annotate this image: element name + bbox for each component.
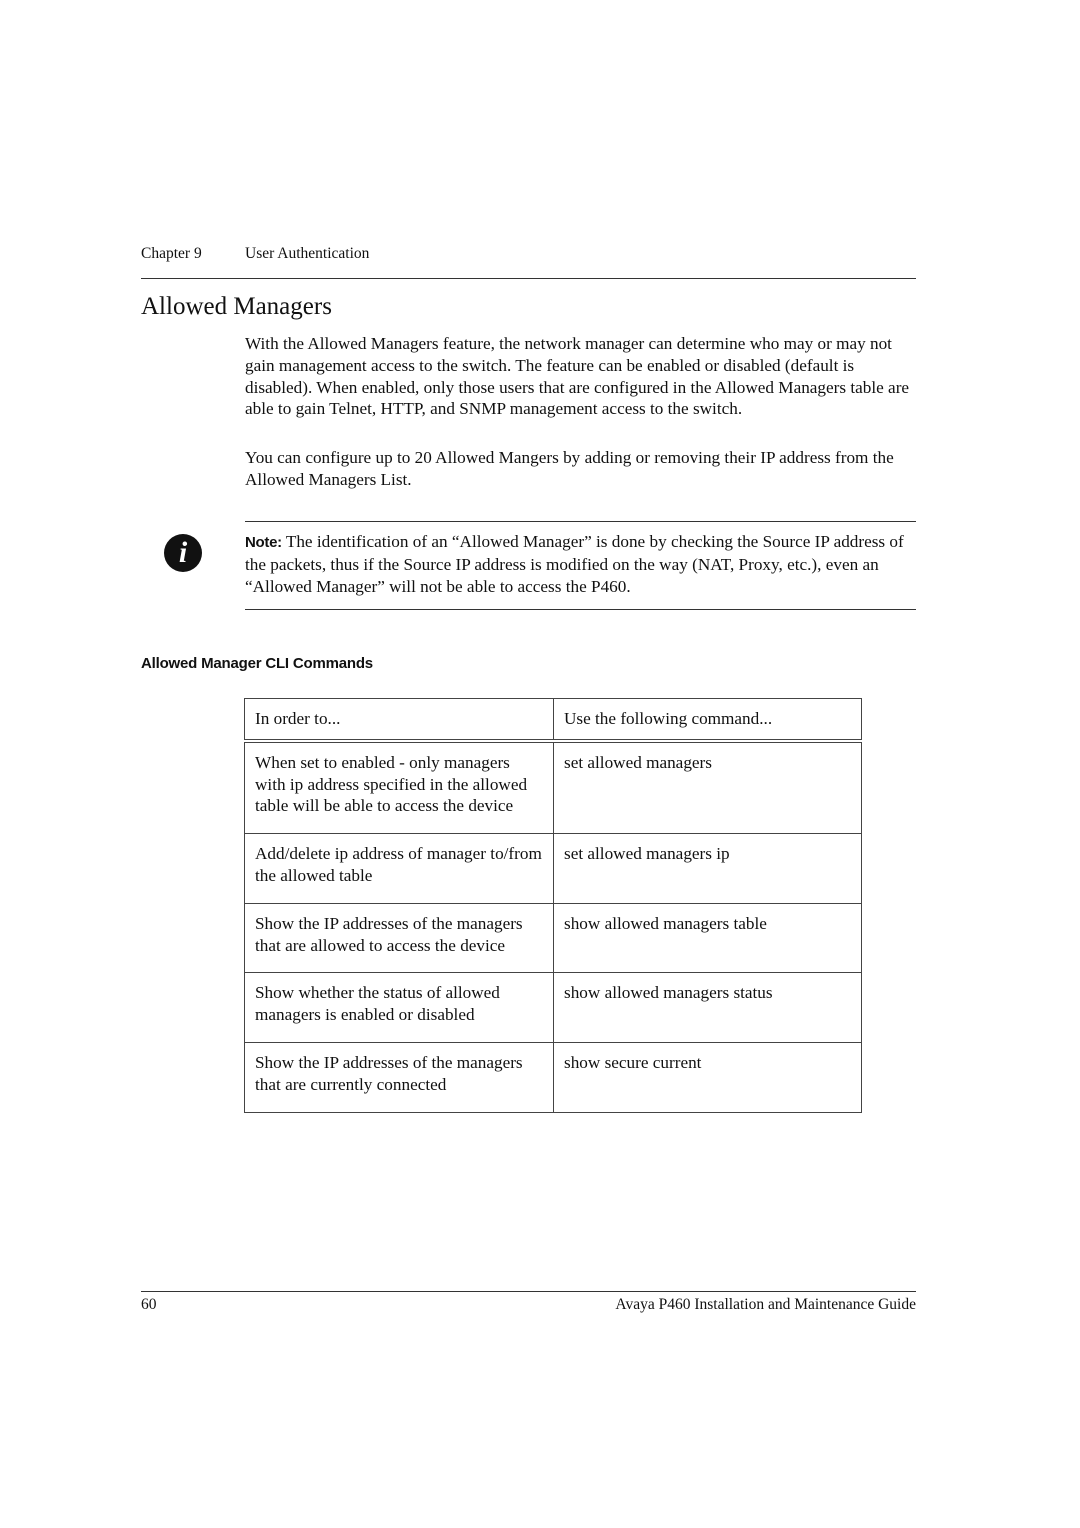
purpose-cell: Show the IP addresses of the managers th…	[244, 1041, 554, 1113]
purpose-cell: When set to enabled - only managers with…	[244, 740, 554, 835]
command-cell: set allowed managers ip	[553, 833, 862, 904]
note-top-rule	[245, 521, 916, 522]
running-header: Chapter 9 User Authentication	[141, 245, 369, 263]
command-cell: show allowed managers status	[553, 972, 862, 1043]
table-row: Show the IP addresses of the managers th…	[244, 1041, 862, 1113]
intro-paragraph: With the Allowed Managers feature, the n…	[245, 334, 910, 419]
purpose-cell: Add/delete ip address of manager to/from…	[244, 833, 554, 904]
header-rule	[141, 278, 916, 279]
note-body: The identification of an “Allowed Manage…	[245, 532, 904, 596]
info-icon: i	[164, 534, 202, 572]
section-heading: Allowed Manager CLI Commands	[141, 655, 373, 672]
purpose-cell: Show the IP addresses of the managers th…	[244, 902, 554, 974]
page-title: Allowed Managers	[141, 293, 332, 320]
config-paragraph: You can configure up to 20 Allowed Mange…	[245, 448, 894, 489]
book-title: Avaya P460 Installation and Maintenance …	[615, 1296, 916, 1313]
column-header-command: Use the following command...	[553, 697, 862, 742]
purpose-cell: Show whether the status of allowed manag…	[244, 972, 554, 1043]
chapter-label: Chapter 9	[141, 245, 202, 262]
column-header-purpose: In order to...	[244, 697, 554, 742]
table-row: Show whether the status of allowed manag…	[244, 972, 862, 1043]
note-label: Note:	[245, 534, 282, 551]
table-header-row: In order to... Use the following command…	[244, 697, 862, 742]
section-label: User Authentication	[245, 245, 370, 262]
table-row: Add/delete ip address of manager to/from…	[244, 833, 862, 904]
note-bottom-rule	[245, 609, 916, 610]
command-cell: show allowed managers table	[553, 902, 862, 974]
command-cell: set allowed managers	[553, 740, 862, 835]
footer-rule	[141, 1291, 916, 1292]
command-cell: show secure current	[553, 1041, 862, 1113]
note-text: Note: The identification of an “Allowed …	[245, 531, 917, 597]
page-number: 60	[141, 1296, 157, 1313]
cli-commands-table: In order to... Use the following command…	[244, 697, 862, 1113]
table-row: When set to enabled - only managers with…	[244, 740, 862, 835]
table-row: Show the IP addresses of the managers th…	[244, 902, 862, 974]
